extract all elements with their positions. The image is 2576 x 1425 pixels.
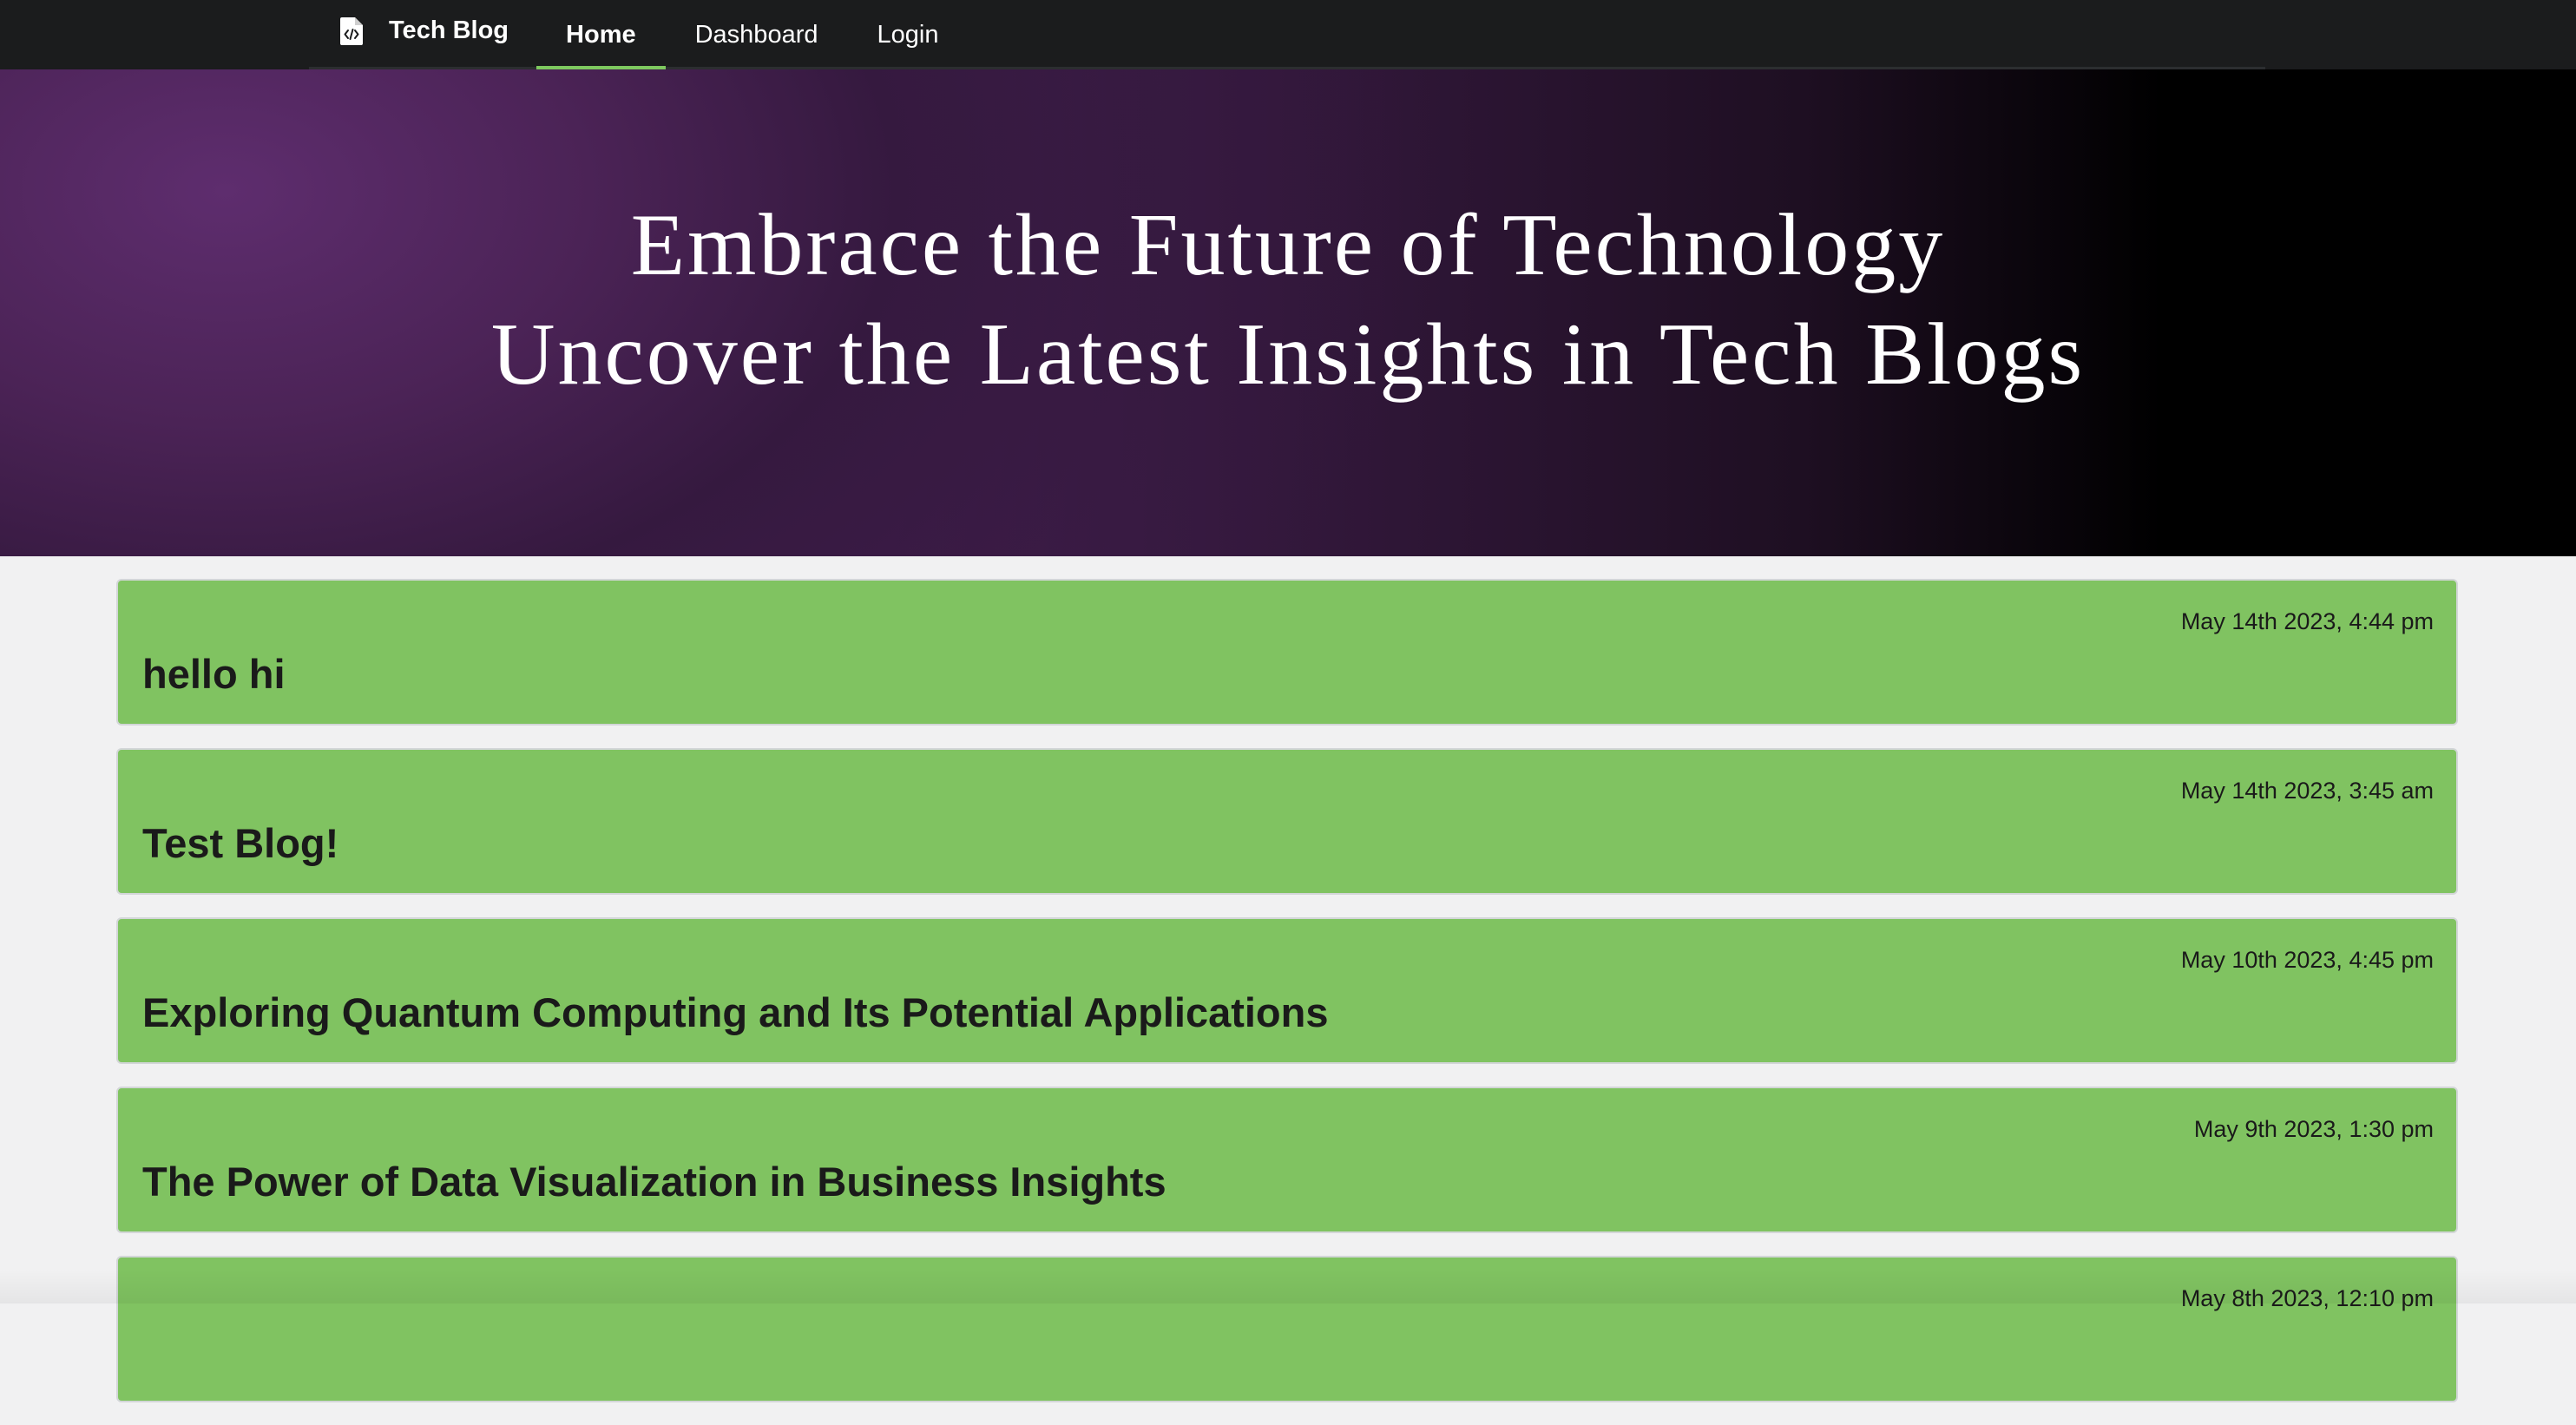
navbar-menu: Tech Blog Home Dashboard Login: [309, 0, 2265, 69]
post-date: May 8th 2023, 12:10 pm: [2181, 1285, 2434, 1312]
top-navbar: Tech Blog Home Dashboard Login: [0, 0, 2576, 69]
post-date: May 14th 2023, 3:45 am: [2181, 778, 2434, 804]
brand-link[interactable]: Tech Blog: [309, 0, 536, 67]
hero-banner: Embrace the Future of Technology Uncover…: [0, 69, 2576, 556]
file-code-icon: [340, 17, 363, 45]
post-list: May 14th 2023, 4:44 pm hello hi May 14th…: [116, 579, 2458, 1425]
post-card[interactable]: May 14th 2023, 3:45 am Test Blog!: [116, 748, 2458, 895]
post-card[interactable]: May 10th 2023, 4:45 pm Exploring Quantum…: [116, 917, 2458, 1064]
post-title[interactable]: Test Blog!: [142, 819, 338, 867]
post-date: May 14th 2023, 4:44 pm: [2181, 608, 2434, 635]
post-card[interactable]: May 8th 2023, 12:10 pm: [116, 1256, 2458, 1402]
post-card[interactable]: May 9th 2023, 1:30 pm The Power of Data …: [116, 1087, 2458, 1233]
post-title[interactable]: The Power of Data Visualization in Busin…: [142, 1158, 1166, 1205]
nav-login[interactable]: Login: [847, 0, 968, 69]
hero-line-1: Embrace the Future of Technology: [491, 191, 2085, 300]
post-date: May 9th 2023, 1:30 pm: [2194, 1116, 2434, 1143]
nav-dashboard[interactable]: Dashboard: [666, 0, 848, 69]
brand-label: Tech Blog: [389, 16, 509, 45]
nav-home[interactable]: Home: [536, 0, 666, 69]
post-title[interactable]: Exploring Quantum Computing and Its Pote…: [142, 988, 1329, 1036]
post-card[interactable]: May 14th 2023, 4:44 pm hello hi: [116, 579, 2458, 726]
post-title[interactable]: hello hi: [142, 650, 286, 698]
post-date: May 10th 2023, 4:45 pm: [2181, 947, 2434, 974]
hero-heading: Embrace the Future of Technology Uncover…: [491, 191, 2085, 410]
hero-line-2: Uncover the Latest Insights in Tech Blog…: [491, 300, 2085, 410]
